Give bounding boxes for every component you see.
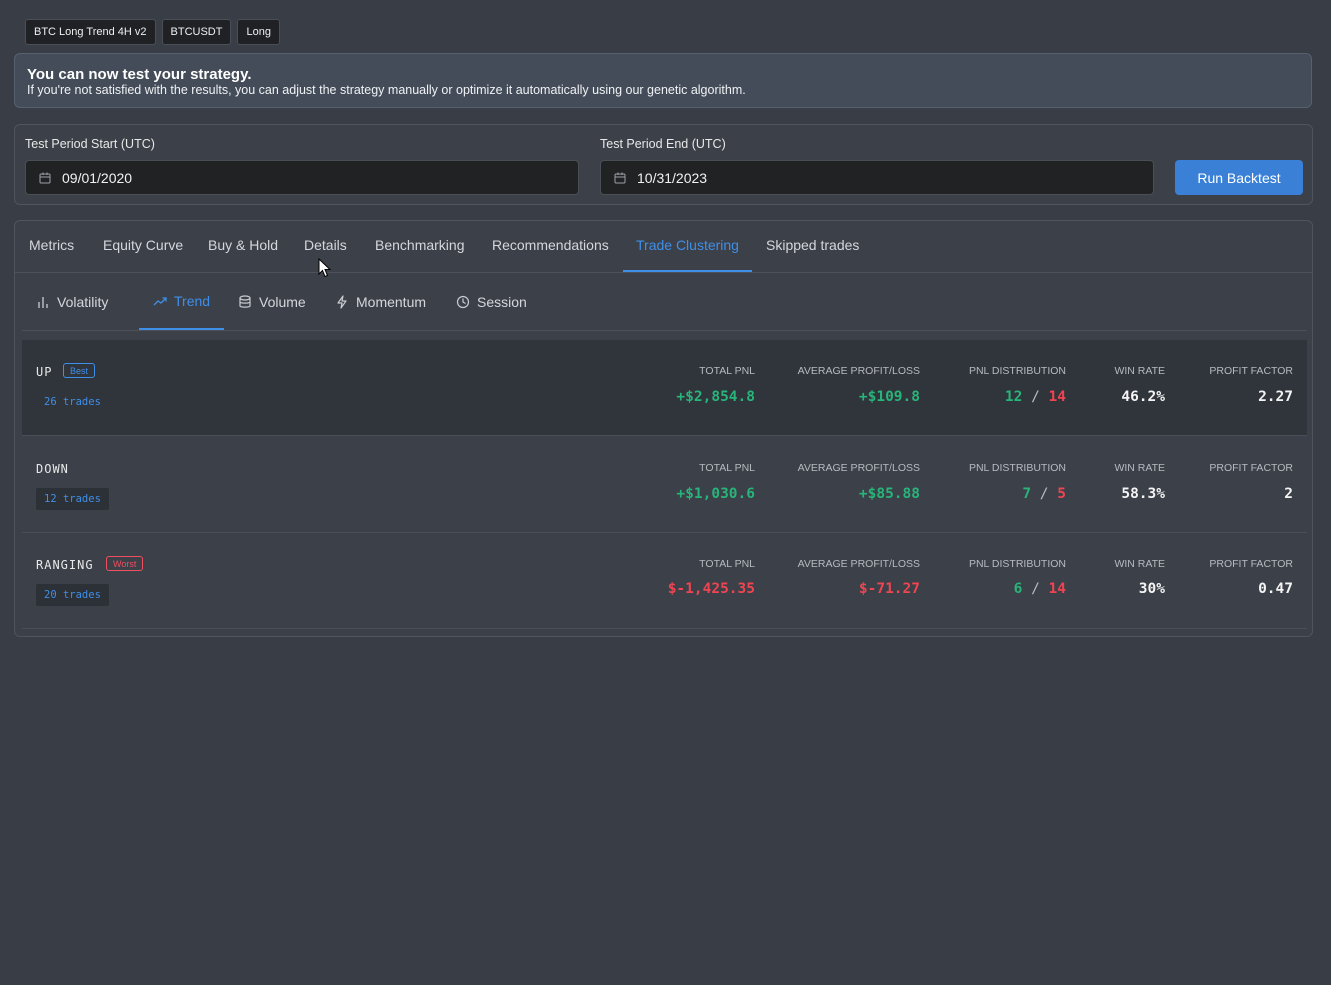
loss-count: 14 [1048,581,1066,597]
strategy-tags: BTC Long Trend 4H v2 BTCUSDT Long [25,19,280,45]
worst-badge: Worst [106,556,144,571]
info-banner: You can now test your strategy. If you'r… [14,53,1312,108]
win-rate-value: 58.3% [1121,486,1165,502]
trade-count: 20 trades [36,584,109,606]
avg-pnl-value: $-71.27 [858,581,920,597]
cluster-name: UP [36,365,53,379]
loss-count: 14 [1048,389,1066,405]
cluster-row-up[interactable]: UP Best 26 trades TOTAL PNL +$2,854.8 AV… [22,340,1307,436]
cluster-subtabs: Volatility Trend Volume Momentum Session [22,273,1307,331]
avg-pnl-label: AVERAGE PROFIT/LOSS [797,462,920,474]
tab-equity-curve[interactable]: Equity Curve [90,221,196,272]
best-badge: Best [63,363,96,378]
avg-pnl-label: AVERAGE PROFIT/LOSS [797,558,920,570]
cluster-name: RANGING [36,558,94,572]
profit-factor-label: PROFIT FACTOR [1209,462,1293,474]
banner-text: If you're not satisfied with the results… [27,83,746,97]
pnl-distribution-label: PNL DISTRIBUTION [968,558,1066,570]
subtab-trend[interactable]: Trend [139,273,225,330]
pnl-distribution-label: PNL DISTRIBUTION [968,365,1066,377]
trending-up-icon [153,296,167,305]
tag-direction: Long [237,19,280,45]
tag-strategy-name: BTC Long Trend 4H v2 [25,19,156,45]
subtab-label: Volume [259,293,306,310]
total-pnl-value: +$2,854.8 [676,389,755,405]
start-date-field[interactable] [25,160,579,195]
pnl-distribution-value: 7 / 5 [1022,486,1066,502]
avg-pnl-value: +$109.8 [858,389,920,405]
win-count: 7 [1022,486,1032,502]
test-period-panel: Test Period Start (UTC) Test Period End … [14,124,1313,205]
trade-count: 12 trades [36,488,109,510]
pnl-distribution-value: 12 / 14 [1005,389,1066,405]
bar-chart-icon [38,296,48,308]
profit-factor-label: PROFIT FACTOR [1209,365,1293,377]
profit-factor-label: PROFIT FACTOR [1209,558,1293,570]
tab-benchmarking[interactable]: Benchmarking [362,221,478,272]
cluster-name: DOWN [36,462,69,476]
end-date-field[interactable] [600,160,1154,195]
win-rate-label: WIN RATE [1114,365,1165,377]
profit-factor-value: 2.27 [1258,389,1293,405]
results-panel: Metrics Equity Curve Buy & Hold Details … [14,220,1313,637]
win-count: 6 [1013,581,1023,597]
win-rate-label: WIN RATE [1114,558,1165,570]
subtab-momentum[interactable]: Momentum [321,273,440,330]
clock-icon [456,295,470,308]
win-rate-value: 46.2% [1121,389,1165,405]
subtab-session[interactable]: Session [442,273,541,330]
loss-count: 5 [1057,486,1066,502]
pnl-distribution-value: 6 / 14 [1014,581,1066,597]
avg-pnl-value: +$85.88 [858,486,920,502]
lightning-icon [337,294,347,309]
calendar-icon [614,172,626,183]
run-backtest-button[interactable]: Run Backtest [1175,160,1303,195]
subtab-volume[interactable]: Volume [224,273,320,330]
trade-count: 26 trades [44,396,101,408]
subtab-label: Volatility [57,293,109,310]
mouse-cursor-icon [318,258,331,278]
tab-skipped-trades[interactable]: Skipped trades [753,221,872,272]
distribution-separator: / [1031,389,1040,405]
total-pnl-value: +$1,030.6 [676,486,755,502]
tab-trade-clustering[interactable]: Trade Clustering [623,221,752,272]
total-pnl-label: TOTAL PNL [699,462,755,474]
tab-recommendations[interactable]: Recommendations [479,221,622,272]
tab-metrics[interactable]: Metrics [16,221,87,272]
subtab-label: Session [477,293,527,310]
win-rate-value: 30% [1138,581,1165,597]
end-date-input[interactable] [635,168,1039,187]
tag-symbol: BTCUSDT [161,19,232,45]
end-date-label: Test Period End (UTC) [600,137,726,151]
distribution-separator: / [1031,581,1040,597]
cluster-row-ranging[interactable]: RANGING Worst 20 trades TOTAL PNL $-1,42… [22,533,1307,629]
subtab-label: Trend [174,292,211,309]
subtab-volatility[interactable]: Volatility [22,273,122,330]
subtab-label: Momentum [356,293,427,310]
cluster-row-down[interactable]: DOWN 12 trades TOTAL PNL +$1,030.6 AVERA… [22,437,1307,533]
results-tabs: Metrics Equity Curve Buy & Hold Details … [15,221,1312,273]
total-pnl-label: TOTAL PNL [699,365,755,377]
start-date-input[interactable] [60,168,464,187]
total-pnl-label: TOTAL PNL [699,558,755,570]
start-date-label: Test Period Start (UTC) [25,137,155,151]
profit-factor-value: 2 [1284,486,1293,502]
database-icon [239,294,251,308]
profit-factor-value: 0.47 [1258,581,1293,597]
distribution-separator: / [1039,486,1049,502]
win-rate-label: WIN RATE [1114,462,1165,474]
win-count: 12 [1004,389,1023,405]
pnl-distribution-label: PNL DISTRIBUTION [968,462,1066,474]
total-pnl-value: $-1,425.35 [667,581,755,597]
avg-pnl-label: AVERAGE PROFIT/LOSS [797,365,920,377]
tab-buy-hold[interactable]: Buy & Hold [195,221,291,272]
calendar-icon [39,172,51,183]
banner-title: You can now test your strategy. [27,66,252,83]
